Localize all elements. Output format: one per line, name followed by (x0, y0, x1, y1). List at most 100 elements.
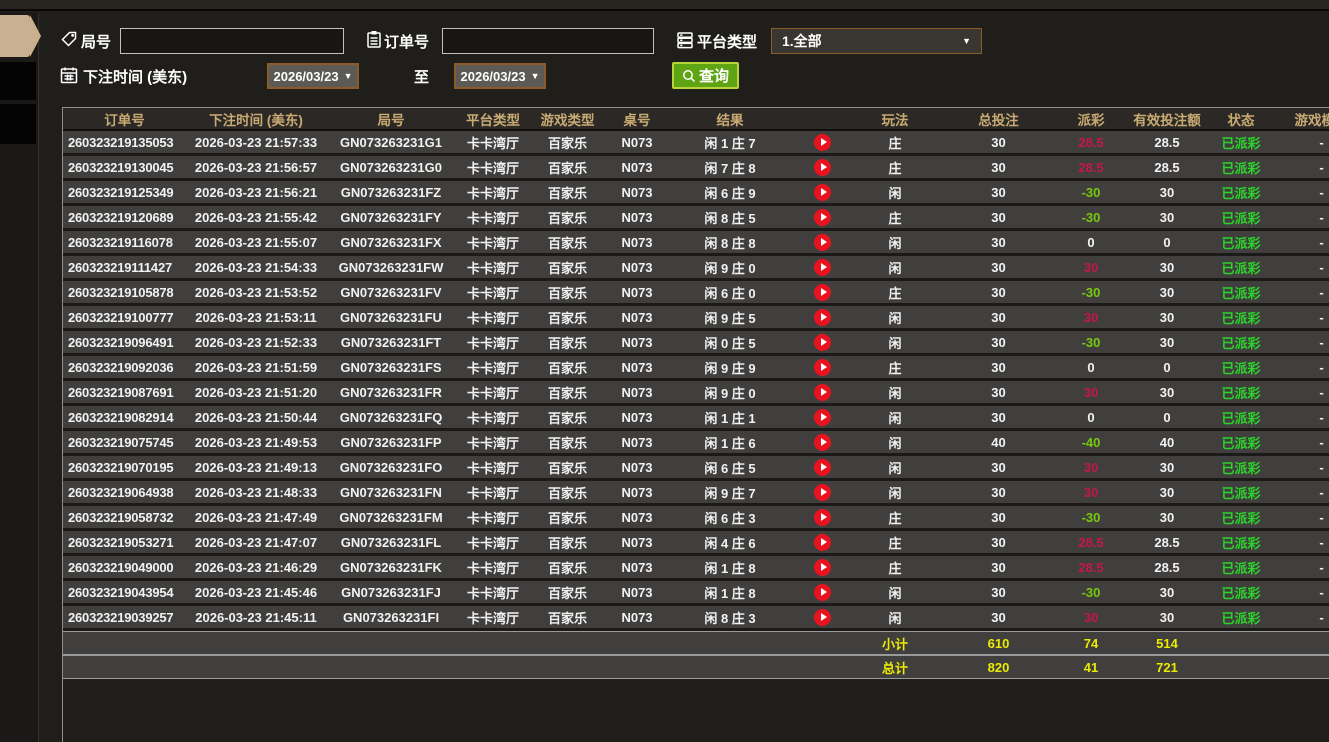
date-from-picker[interactable]: 2026/03/23 ▼ (267, 63, 359, 89)
round-number-input[interactable] (120, 28, 344, 54)
order-number-cell: 260323219135053 (63, 131, 186, 156)
table-row: 260323219039257 2026-03-23 21:45:11 GN0732… (63, 606, 1329, 631)
round-number-cell: GN073263231FW (326, 256, 456, 281)
total-bet-cell: 30 (936, 481, 1061, 506)
table-row: 260323219075745 2026-03-23 21:49:53 GN0732… (63, 431, 1329, 456)
status-cell: 已派彩 (1213, 431, 1269, 456)
to-label: 至 (414, 69, 430, 86)
column-header-9: 玩法 (854, 108, 936, 131)
play-video-icon[interactable] (814, 433, 831, 451)
bet-time-cell: 2026-03-23 21:49:13 (186, 456, 326, 481)
game-type-cell: 百家乐 (530, 206, 605, 231)
status-cell: 已派彩 (1213, 306, 1269, 331)
payout-cell: -30 (1061, 506, 1121, 531)
payout-cell: -30 (1061, 331, 1121, 356)
platform-type-cell: 卡卡湾厅 (456, 281, 530, 306)
empty-cell (1269, 655, 1329, 679)
table-header-row: 订单号 下注时间 (美东) 局号 平台类型 游戏类型 桌号 结果 玩法 总投注 派彩 有效投注额 状态… (63, 108, 1329, 131)
empty-cell (605, 655, 669, 679)
play-video-icon[interactable] (814, 558, 831, 576)
sidebar (0, 13, 41, 742)
platform-type-cell: 卡卡湾厅 (456, 206, 530, 231)
bet-time-cell: 2026-03-23 21:52:33 (186, 331, 326, 356)
video-cell (791, 156, 854, 181)
order-number-cell: 260323219087691 (63, 381, 186, 406)
video-cell (791, 256, 854, 281)
play-video-icon[interactable] (814, 483, 831, 501)
game-type-cell: 百家乐 (530, 156, 605, 181)
table-number-cell: N073 (605, 206, 669, 231)
column-header-11: 派彩 (1061, 108, 1121, 131)
game-type-cell: 百家乐 (530, 181, 605, 206)
bet-time-cell: 2026-03-23 21:49:53 (186, 431, 326, 456)
order-number-input[interactable] (442, 28, 654, 54)
payout-cell: 28.5 (1061, 156, 1121, 181)
play-video-icon[interactable] (814, 408, 831, 426)
status-cell: 已派彩 (1213, 206, 1269, 231)
order-number-cell: 260323219075745 (63, 431, 186, 456)
result-cell: 闲 8 庄 5 (669, 206, 791, 231)
play-video-icon[interactable] (814, 533, 831, 551)
valid-bet-cell: 30 (1121, 281, 1213, 306)
payout-cell: 30 (1061, 481, 1121, 506)
platform-type-cell: 卡卡湾厅 (456, 556, 530, 581)
empty-cell (1213, 631, 1269, 655)
play-video-icon[interactable] (814, 333, 831, 351)
valid-bet-cell: 28.5 (1121, 156, 1213, 181)
play-video-icon[interactable] (814, 258, 831, 276)
grand-total-row-payout: 41 (1061, 655, 1121, 679)
bet-play-cell: 闲 (854, 481, 936, 506)
table-number-cell: N073 (605, 256, 669, 281)
play-video-icon[interactable] (814, 508, 831, 526)
valid-bet-cell: 0 (1121, 356, 1213, 381)
play-video-icon[interactable] (814, 208, 831, 226)
column-header-12: 有效投注额 (1121, 108, 1213, 131)
date-to-picker[interactable]: 2026/03/23 ▼ (454, 63, 546, 89)
play-video-icon[interactable] (814, 183, 831, 201)
sidebar-active-tab[interactable] (0, 15, 41, 57)
order-number-cell: 260323219111427 (63, 256, 186, 281)
valid-bet-cell: 30 (1121, 181, 1213, 206)
sidebar-item-2[interactable] (0, 104, 36, 144)
play-video-icon[interactable] (814, 283, 831, 301)
play-video-icon[interactable] (814, 233, 831, 251)
payout-cell: 28.5 (1061, 131, 1121, 156)
play-video-icon[interactable] (814, 358, 831, 376)
date-to-value: 2026/03/23 (460, 68, 526, 84)
query-button[interactable]: 查询 (672, 62, 740, 89)
order-number-cell: 260323219070195 (63, 456, 186, 481)
bet-play-cell: 闲 (854, 231, 936, 256)
table-row: 260323219053271 2026-03-23 21:47:07 GN0732… (63, 531, 1329, 556)
bet-time-cell: 2026-03-23 21:48:33 (186, 481, 326, 506)
round-number-cell: GN073263231FY (326, 206, 456, 231)
round-number-label: 局号 (81, 34, 112, 51)
play-video-icon[interactable] (814, 608, 831, 626)
sidebar-item-1[interactable] (0, 62, 36, 100)
order-number-cell: 260323219130045 (63, 156, 186, 181)
play-video-icon[interactable] (814, 308, 831, 326)
platform-type-select[interactable]: 1.全部 ▼ (771, 28, 982, 54)
result-cell: 闲 1 庄 8 (669, 556, 791, 581)
play-video-icon[interactable] (814, 458, 831, 476)
play-video-icon[interactable] (814, 583, 831, 601)
valid-bet-cell: 40 (1121, 431, 1213, 456)
total-bet-cell: 30 (936, 156, 1061, 181)
video-cell (791, 131, 854, 156)
play-video-icon[interactable] (814, 158, 831, 176)
status-cell: 已派彩 (1213, 556, 1269, 581)
play-video-icon[interactable] (814, 383, 831, 401)
table-number-cell: N073 (605, 381, 669, 406)
game-type-cell: 百家乐 (530, 381, 605, 406)
filter-bar: 局号 订单号 平台类型 1.全部 ▼ 下注时间 (美东) 2026/03/23 … (40, 13, 1329, 107)
empty-cell (456, 655, 530, 679)
column-header-5: 游戏类型 (530, 108, 605, 131)
total-bet-cell: 30 (936, 281, 1061, 306)
order-number-cell: 260323219105878 (63, 281, 186, 306)
game-type-cell: 百家乐 (530, 356, 605, 381)
play-video-icon[interactable] (814, 133, 831, 151)
game-type-cell: 百家乐 (530, 556, 605, 581)
table-row: 260323219105878 2026-03-23 21:53:52 GN0732… (63, 281, 1329, 306)
bet-play-cell: 庄 (854, 556, 936, 581)
total-bet-cell: 30 (936, 181, 1061, 206)
platform-type-cell: 卡卡湾厅 (456, 181, 530, 206)
